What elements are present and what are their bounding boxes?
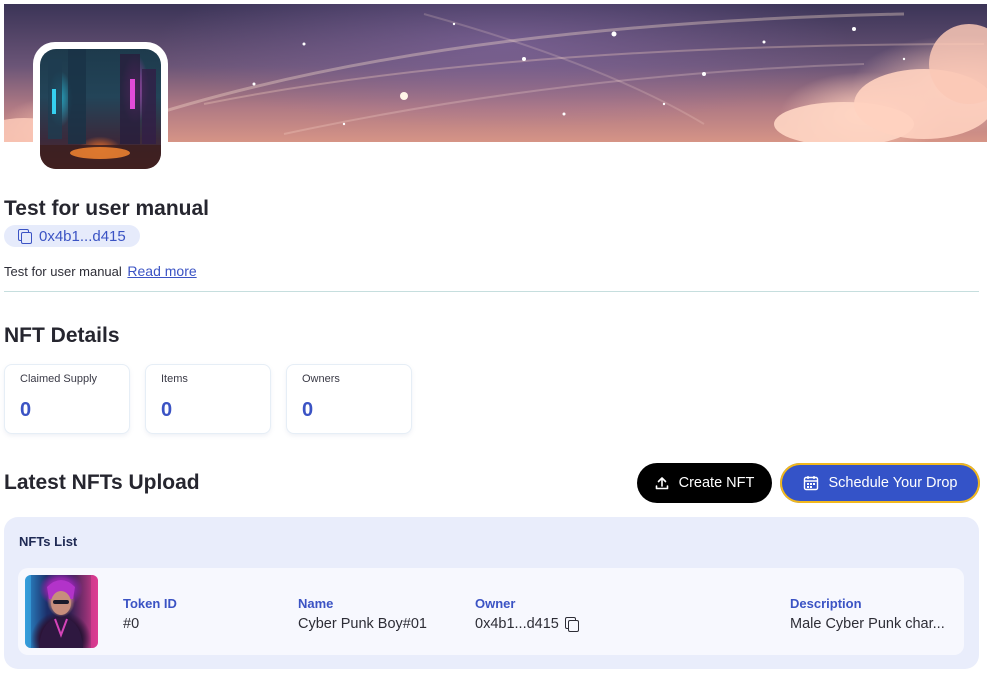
- stat-card-claimed-supply: Claimed Supply 0: [4, 364, 130, 434]
- nfts-list-panel: NFTs List Token ID #0 Name Cyber Punk Bo…: [4, 517, 979, 669]
- stat-label: Items: [161, 373, 188, 385]
- nft-name-value: Cyber Punk Boy#01: [298, 616, 427, 632]
- token-id-value: #0: [123, 616, 140, 632]
- stat-card-owners: Owners 0: [286, 364, 412, 434]
- calendar-icon: [803, 475, 819, 491]
- cyberpunk-character-art: [25, 575, 98, 648]
- stat-value: 0: [20, 399, 32, 421]
- copy-icon[interactable]: [564, 617, 579, 632]
- divider: [4, 291, 979, 292]
- schedule-drop-label: Schedule Your Drop: [828, 475, 958, 491]
- stat-card-items: Items 0: [145, 364, 271, 434]
- col-header-owner: Owner: [475, 596, 516, 611]
- nft-thumbnail[interactable]: [25, 575, 98, 648]
- nfts-list-title: NFTs List: [19, 534, 78, 549]
- contract-address: 0x4b1...d415: [39, 227, 126, 245]
- collection-description: Test for user manual Read more: [4, 263, 197, 279]
- read-more-link[interactable]: Read more: [127, 263, 196, 279]
- nft-row[interactable]: Token ID #0 Name Cyber Punk Boy#01 Owner…: [18, 568, 964, 655]
- owner-address-value: 0x4b1...d415: [475, 616, 559, 632]
- col-header-token-id: Token ID: [123, 596, 177, 611]
- nft-details-heading: NFT Details: [4, 324, 120, 347]
- schedule-drop-button[interactable]: Schedule Your Drop: [780, 463, 980, 503]
- col-header-description: Description: [790, 596, 862, 611]
- collection-avatar: [40, 49, 161, 169]
- create-nft-label: Create NFT: [678, 475, 755, 491]
- contract-address-chip[interactable]: 0x4b1...d415: [4, 225, 140, 247]
- stat-value: 0: [302, 399, 314, 421]
- description-text: Test for user manual: [4, 264, 122, 279]
- stat-value: 0: [161, 399, 173, 421]
- owner-cell: 0x4b1...d415: [475, 616, 579, 632]
- upload-icon: [655, 476, 669, 490]
- city-art: [40, 49, 161, 169]
- latest-uploads-heading: Latest NFTs Upload: [4, 471, 200, 494]
- stat-label: Claimed Supply: [20, 373, 98, 385]
- copy-icon[interactable]: [18, 229, 32, 244]
- col-header-name: Name: [298, 596, 334, 611]
- collection-avatar-frame: [33, 42, 168, 176]
- stat-label: Owners: [302, 373, 340, 385]
- create-nft-button[interactable]: Create NFT: [637, 463, 772, 503]
- nft-description-value: Male Cyber Punk char...: [790, 616, 945, 632]
- collection-title: Test for user manual: [4, 197, 209, 220]
